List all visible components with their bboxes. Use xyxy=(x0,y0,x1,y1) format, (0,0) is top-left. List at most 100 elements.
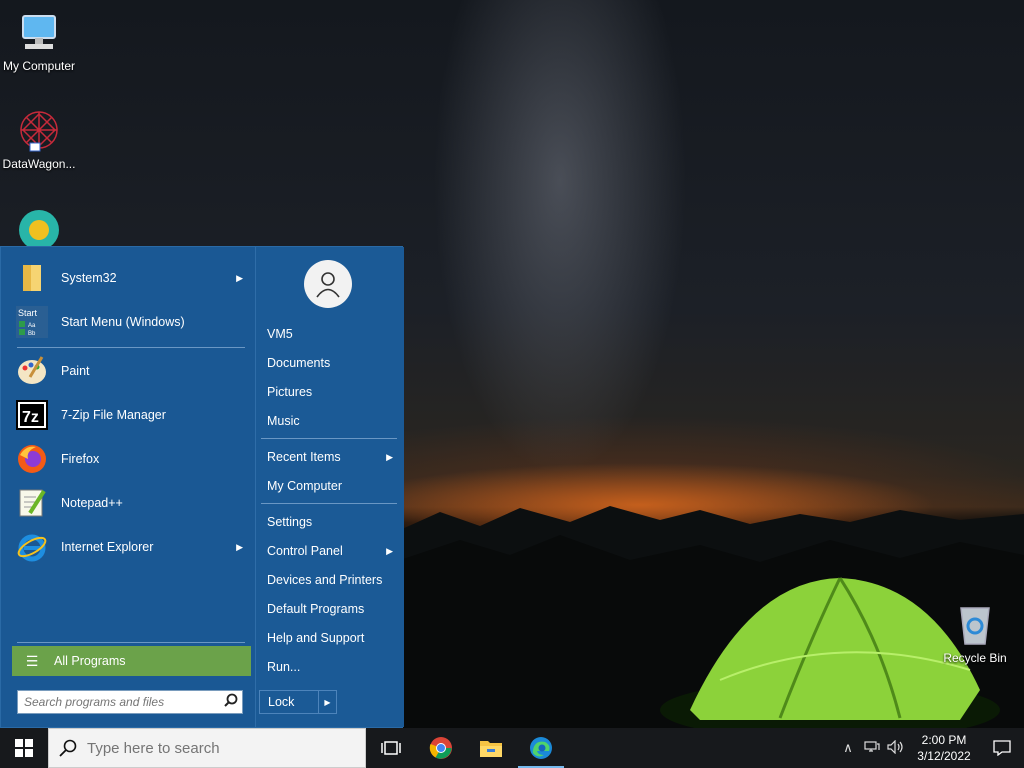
taskbar: ∧ 2:00 PM 3/12/2022 xyxy=(0,728,1024,768)
power-options-arrow-icon[interactable]: ▶ xyxy=(318,691,336,713)
windows-logo-icon xyxy=(15,739,33,757)
list-icon: ☰ xyxy=(25,652,39,669)
places-item-label: Music xyxy=(267,414,300,428)
start-item-label: Start Menu (Windows) xyxy=(61,315,185,329)
start-item-notepadpp[interactable]: Notepad++ xyxy=(11,483,251,523)
menu-separator xyxy=(261,503,397,504)
start-icon-text: Start xyxy=(18,308,38,318)
edge-icon xyxy=(530,737,552,759)
clock-date: 3/12/2022 xyxy=(917,749,971,763)
folder-icon xyxy=(480,741,502,757)
places-item-label: Control Panel xyxy=(267,544,343,558)
submenu-arrow-icon: ▶ xyxy=(386,545,393,556)
7zip-icon: 7z xyxy=(15,398,49,432)
taskbar-search-input[interactable] xyxy=(87,739,365,757)
submenu-arrow-icon: ▶ xyxy=(236,272,243,283)
taskbar-search-box[interactable] xyxy=(48,728,366,768)
start-item-firefox[interactable]: Firefox xyxy=(11,439,251,479)
places-item-label: Settings xyxy=(267,515,313,529)
user-avatar[interactable] xyxy=(304,260,352,308)
places-item-label: Default Programs xyxy=(267,602,365,616)
menu-separator xyxy=(17,347,245,348)
submenu-arrow-icon: ▶ xyxy=(236,541,243,552)
desktop-icon-datawagon[interactable]: DataWagon... xyxy=(0,106,78,171)
security-app-icon xyxy=(15,204,63,252)
places-item-vm5[interactable]: VM5 xyxy=(259,321,399,347)
desktop-icon-my-computer[interactable]: My Computer xyxy=(0,8,78,73)
places-item-my-computer[interactable]: My Computer xyxy=(259,473,399,499)
all-programs-button[interactable]: ☰ All Programs xyxy=(12,646,251,676)
chevron-up-icon[interactable]: ∧ xyxy=(836,740,860,756)
clock[interactable]: 2:00 PM 3/12/2022 xyxy=(908,732,980,764)
search-icon[interactable] xyxy=(220,693,242,712)
places-item-settings[interactable]: Settings xyxy=(259,509,399,535)
places-item-control-panel[interactable]: Control Panel ▶ xyxy=(259,538,399,564)
start-item-internet-explorer[interactable]: Internet Explorer ▶ xyxy=(11,527,251,567)
desktop-icon-label: DataWagon... xyxy=(2,157,76,171)
lock-button[interactable]: Lock ▶ xyxy=(259,690,337,714)
places-item-label: Run... xyxy=(267,660,301,674)
start-menu: System32 ▶ Start Aa Bb Start Menu (Windows… xyxy=(0,246,404,728)
paint-icon xyxy=(15,354,49,388)
places-item-pictures[interactable]: Pictures xyxy=(259,379,399,405)
places-item-label: Help and Support xyxy=(267,631,365,645)
firefox-icon xyxy=(15,442,49,476)
start-icon-text: Bb xyxy=(28,331,36,337)
chrome-icon xyxy=(429,737,452,759)
places-item-label: My Computer xyxy=(267,479,343,493)
places-item-documents[interactable]: Documents xyxy=(259,350,399,376)
ie-icon xyxy=(15,530,49,564)
start-icon-text: Aa xyxy=(28,323,36,329)
places-item-recent-items[interactable]: Recent Items ▶ xyxy=(259,444,399,470)
desktop-icon-label: Recycle Bin xyxy=(943,651,1007,665)
places-item-label: Recent Items xyxy=(267,450,341,464)
start-item-label: Firefox xyxy=(61,452,100,466)
places-item-music[interactable]: Music xyxy=(259,408,399,434)
start-item-start-menu-windows[interactable]: Start Aa Bb Start Menu (Windows) xyxy=(11,302,251,342)
desktop-icon-recycle-bin[interactable]: Recycle Bin xyxy=(936,600,1014,665)
file-explorer-taskbar-button[interactable] xyxy=(466,728,516,768)
start-item-system32[interactable]: System32 ▶ xyxy=(11,258,251,298)
start-search-field[interactable] xyxy=(17,690,243,714)
places-item-label: Pictures xyxy=(267,385,313,399)
places-item-devices-printers[interactable]: Devices and Printers xyxy=(259,567,399,593)
start-item-7zip[interactable]: 7z 7-Zip File Manager xyxy=(11,395,251,435)
start-menu-icon: Start Aa Bb xyxy=(15,305,49,339)
menu-separator xyxy=(261,438,397,439)
places-item-help-support[interactable]: Help and Support xyxy=(259,625,399,651)
lock-label: Lock xyxy=(268,695,295,709)
places-item-label: Devices and Printers xyxy=(267,573,383,587)
datawagon-icon xyxy=(15,106,63,154)
start-item-paint[interactable]: Paint xyxy=(11,351,251,391)
places-item-default-programs[interactable]: Default Programs xyxy=(259,596,399,622)
start-search-input[interactable] xyxy=(18,695,220,709)
chrome-taskbar-button[interactable] xyxy=(416,728,466,768)
network-icon[interactable] xyxy=(860,740,884,757)
all-programs-label: All Programs xyxy=(54,654,126,668)
task-view-button[interactable] xyxy=(366,728,416,768)
recycle-bin-icon xyxy=(951,600,999,648)
start-button[interactable] xyxy=(0,728,48,768)
search-icon xyxy=(49,739,87,757)
start-item-label: Paint xyxy=(61,364,90,378)
start-item-label: 7-Zip File Manager xyxy=(61,408,166,422)
action-center-button[interactable] xyxy=(980,740,1024,756)
desktop-icon-label: My Computer xyxy=(2,59,76,73)
start-item-label: Notepad++ xyxy=(61,496,123,510)
system-tray: ∧ 2:00 PM 3/12/2022 xyxy=(836,728,1024,768)
monitor-icon xyxy=(15,8,63,56)
submenu-arrow-icon: ▶ xyxy=(386,451,393,462)
menu-separator xyxy=(17,642,245,643)
start-item-label: Internet Explorer xyxy=(61,540,154,554)
places-item-label: VM5 xyxy=(267,327,293,341)
clock-time: 2:00 PM xyxy=(921,733,967,747)
places-item-run[interactable]: Run... xyxy=(259,654,399,680)
edge-taskbar-button[interactable] xyxy=(516,728,566,768)
folder-icon xyxy=(15,261,49,295)
volume-icon[interactable] xyxy=(884,739,908,757)
notepadpp-icon xyxy=(15,486,49,520)
start-item-label: System32 xyxy=(61,271,117,285)
task-view-icon xyxy=(381,741,401,755)
svg-text:7z: 7z xyxy=(22,409,39,426)
places-item-label: Documents xyxy=(267,356,331,370)
